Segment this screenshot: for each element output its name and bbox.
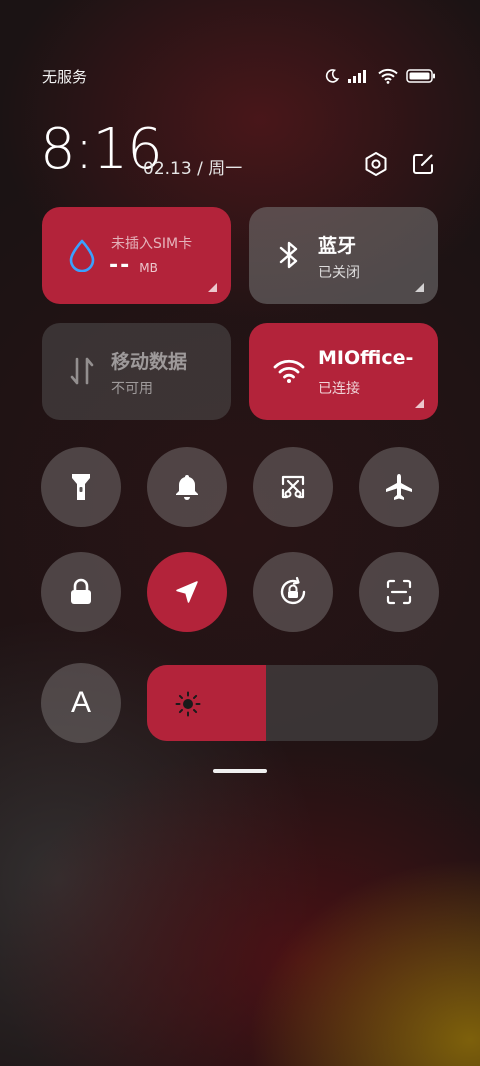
brightness-fill: [147, 665, 267, 741]
date-label: 02.13 / 周一: [143, 159, 243, 179]
carrier-status: 无服务: [42, 68, 88, 86]
signal-icon: [348, 70, 366, 83]
drag-handle[interactable]: [213, 769, 267, 773]
wifi-network-name: MIOffice-: [318, 347, 414, 369]
battery-icon: [406, 69, 435, 83]
data-usage-unit: MB: [139, 261, 158, 275]
flashlight-toggle[interactable]: [41, 447, 121, 527]
rotation-lock-icon: [280, 576, 306, 605]
bell-icon: [176, 475, 198, 500]
settings-button[interactable]: [360, 148, 392, 180]
expand-corner-icon: [208, 283, 217, 292]
data-usage-tile[interactable]: 未插入SIM卡 -- MB: [42, 207, 231, 304]
expand-corner-icon: [415, 399, 424, 408]
droplet-icon: [64, 237, 100, 273]
sim-status-label: 未插入SIM卡: [111, 236, 193, 252]
lock-icon: [71, 578, 91, 604]
screenshot-icon: [281, 475, 305, 499]
wifi-icon: [271, 353, 307, 389]
brightness-slider[interactable]: [147, 665, 438, 741]
bluetooth-title: 蓝牙: [318, 235, 357, 257]
scan-icon: [386, 579, 412, 605]
edit-button[interactable]: [407, 148, 439, 180]
auto-brightness-toggle[interactable]: A: [41, 663, 121, 743]
expand-corner-icon: [415, 283, 424, 292]
wifi-status: 已连接: [318, 381, 360, 397]
sun-icon: [175, 691, 201, 717]
lock-screen-toggle[interactable]: [41, 552, 121, 632]
scan-toggle[interactable]: [359, 552, 439, 632]
auto-brightness-label: A: [70, 686, 91, 719]
bluetooth-tile[interactable]: 蓝牙 已关闭: [249, 207, 438, 304]
mobile-data-title: 移动数据: [111, 351, 188, 373]
data-usage-value: --: [109, 253, 132, 278]
airplane-icon: [386, 474, 412, 500]
flashlight-icon: [72, 474, 90, 500]
location-arrow-icon: [176, 581, 198, 603]
rotation-lock-toggle[interactable]: [253, 552, 333, 632]
edit-icon: [413, 154, 433, 174]
mobile-data-status: 不可用: [111, 381, 153, 397]
moon-icon: [325, 69, 340, 83]
bluetooth-status: 已关闭: [318, 265, 360, 281]
bluetooth-icon: [271, 237, 307, 273]
location-toggle[interactable]: [147, 552, 227, 632]
wifi-tile[interactable]: MIOffice- 已连接: [249, 323, 438, 420]
settings-hexagon-icon: [365, 152, 387, 176]
mobile-data-tile[interactable]: 移动数据 不可用: [42, 323, 231, 420]
data-arrows-icon: [64, 353, 100, 389]
wifi-icon: [378, 68, 398, 84]
airplane-toggle[interactable]: [359, 447, 439, 527]
status-icons: [324, 66, 436, 86]
screenshot-toggle[interactable]: [253, 447, 333, 527]
ring-toggle[interactable]: [147, 447, 227, 527]
